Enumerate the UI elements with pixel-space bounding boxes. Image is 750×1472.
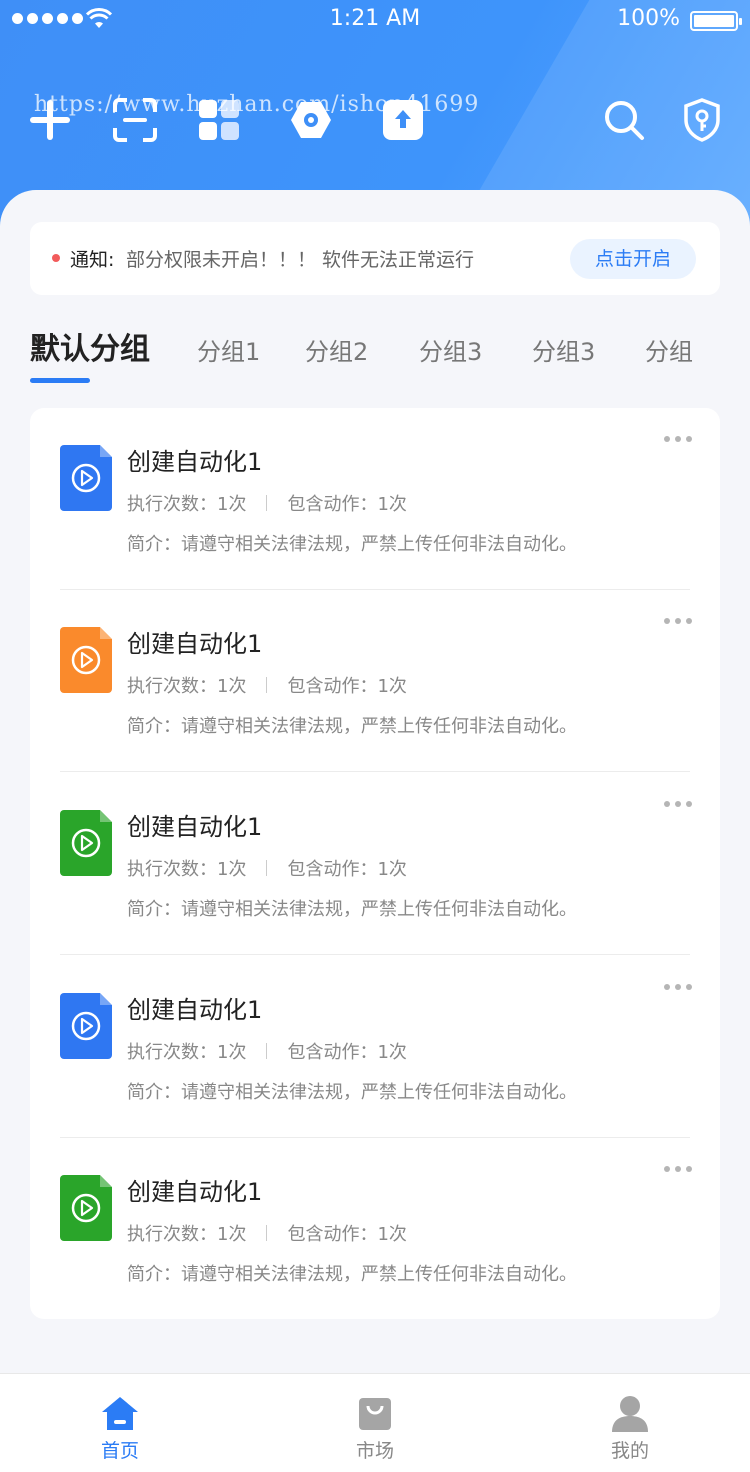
meta-divider — [266, 495, 268, 511]
tab-group-3b[interactable]: 分组3 — [532, 332, 595, 372]
list-item[interactable]: 创建自动化1 执行次数：1次 包含动作：1次 简介：请遵守相关法律法规，严禁上传… — [30, 1138, 720, 1320]
item-divider — [60, 954, 690, 955]
more-options-icon[interactable] — [664, 1166, 692, 1172]
bottom-nav: 首页 市场 我的 — [0, 1373, 750, 1472]
item-meta: 执行次数：1次 包含动作：1次 — [127, 1220, 407, 1246]
more-options-icon[interactable] — [664, 436, 692, 442]
item-description: 简介：请遵守相关法律法规，严禁上传任何非法自动化。 — [127, 1264, 577, 1285]
list-item[interactable]: 创建自动化1 执行次数：1次 包含动作：1次 简介：请遵守相关法律法规，严禁上传… — [30, 773, 720, 955]
nav-profile-label: 我的 — [610, 1440, 649, 1462]
item-title: 创建自动化1 — [127, 813, 263, 841]
item-title: 创建自动化1 — [127, 448, 263, 476]
nav-home[interactable]: 首页 — [50, 1374, 190, 1472]
item-exec-count: 执行次数：1次 — [127, 494, 247, 515]
meta-divider — [266, 1225, 268, 1241]
item-action-count: 包含动作：1次 — [287, 494, 407, 515]
list-item[interactable]: 创建自动化1 执行次数：1次 包含动作：1次 简介：请遵守相关法律法规，严禁上传… — [30, 408, 720, 590]
nav-market-label: 市场 — [355, 1440, 394, 1462]
item-description: 简介：请遵守相关法律法规，严禁上传任何非法自动化。 — [127, 716, 577, 737]
item-exec-count: 执行次数：1次 — [127, 1224, 247, 1245]
file-play-icon — [60, 810, 112, 876]
item-description: 简介：请遵守相关法律法规，严禁上传任何非法自动化。 — [127, 1082, 577, 1103]
item-exec-count: 执行次数：1次 — [127, 1042, 247, 1063]
more-options-icon[interactable] — [664, 984, 692, 990]
item-meta: 执行次数：1次 包含动作：1次 — [127, 672, 407, 698]
item-title: 创建自动化1 — [127, 996, 263, 1024]
item-description: 简介：请遵守相关法律法规，严禁上传任何非法自动化。 — [127, 899, 577, 920]
item-action-count: 包含动作：1次 — [287, 676, 407, 697]
file-play-icon — [60, 627, 112, 693]
group-tabs: 默认分组 分组1 分组2 分组3 分组3 分组 — [30, 330, 720, 390]
file-play-icon — [60, 1175, 112, 1241]
item-description: 简介：请遵守相关法律法规，严禁上传任何非法自动化。 — [127, 534, 577, 555]
item-action-count: 包含动作：1次 — [287, 1224, 407, 1245]
tab-group-3[interactable]: 分组3 — [419, 332, 482, 372]
status-bar: 1:21 AM 100% — [0, 0, 750, 40]
notice-dot — [52, 254, 60, 262]
meta-divider — [266, 677, 268, 693]
list-item[interactable]: 创建自动化1 执行次数：1次 包含动作：1次 简介：请遵守相关法律法规，严禁上传… — [30, 590, 720, 772]
watermark-text: https://www.huzhan.com/ishop41699 — [34, 92, 480, 117]
meta-divider — [266, 1043, 268, 1059]
shield-key-icon[interactable] — [680, 98, 724, 142]
item-meta: 执行次数：1次 包含动作：1次 — [127, 1038, 407, 1064]
more-options-icon[interactable] — [664, 801, 692, 807]
battery-icon — [690, 11, 742, 31]
item-action-count: 包含动作：1次 — [287, 1042, 407, 1063]
item-meta: 执行次数：1次 包含动作：1次 — [127, 490, 407, 516]
file-play-icon — [60, 993, 112, 1059]
profile-icon — [612, 1396, 648, 1432]
tab-group-1[interactable]: 分组1 — [197, 332, 260, 372]
item-exec-count: 执行次数：1次 — [127, 676, 247, 697]
item-exec-count: 执行次数：1次 — [127, 859, 247, 880]
nav-home-label: 首页 — [100, 1440, 139, 1462]
more-options-icon[interactable] — [664, 618, 692, 624]
tab-group-more[interactable]: 分组 — [645, 332, 693, 372]
item-action-count: 包含动作：1次 — [287, 859, 407, 880]
nav-market[interactable]: 市场 — [305, 1374, 445, 1472]
main-panel: 通知: 部分权限未开启！！！ 软件无法正常运行 点击开启 默认分组 分组1 分组… — [0, 190, 750, 1380]
item-title: 创建自动化1 — [127, 630, 263, 658]
item-meta: 执行次数：1次 包含动作：1次 — [127, 855, 407, 881]
automation-list: 创建自动化1 执行次数：1次 包含动作：1次 简介：请遵守相关法律法规，严禁上传… — [30, 408, 720, 1319]
tab-default-group[interactable]: 默认分组 — [30, 330, 150, 370]
search-icon[interactable] — [602, 98, 646, 142]
active-tab-indicator — [30, 378, 90, 383]
tab-group-2[interactable]: 分组2 — [305, 332, 368, 372]
nav-profile[interactable]: 我的 — [560, 1374, 700, 1472]
permission-notice: 通知: 部分权限未开启！！！ 软件无法正常运行 点击开启 — [30, 222, 720, 295]
file-play-icon — [60, 445, 112, 511]
item-title: 创建自动化1 — [127, 1178, 263, 1206]
list-item[interactable]: 创建自动化1 执行次数：1次 包含动作：1次 简介：请遵守相关法律法规，严禁上传… — [30, 956, 720, 1138]
item-divider — [60, 771, 690, 772]
notice-label: 通知: — [70, 249, 115, 271]
home-icon — [102, 1397, 138, 1430]
notice-message: 部分权限未开启！！！ 软件无法正常运行 — [126, 249, 475, 271]
battery-percent: 100% — [617, 6, 680, 31]
market-bag-icon — [359, 1398, 391, 1430]
enable-permission-button[interactable]: 点击开启 — [570, 239, 696, 279]
meta-divider — [266, 860, 268, 876]
